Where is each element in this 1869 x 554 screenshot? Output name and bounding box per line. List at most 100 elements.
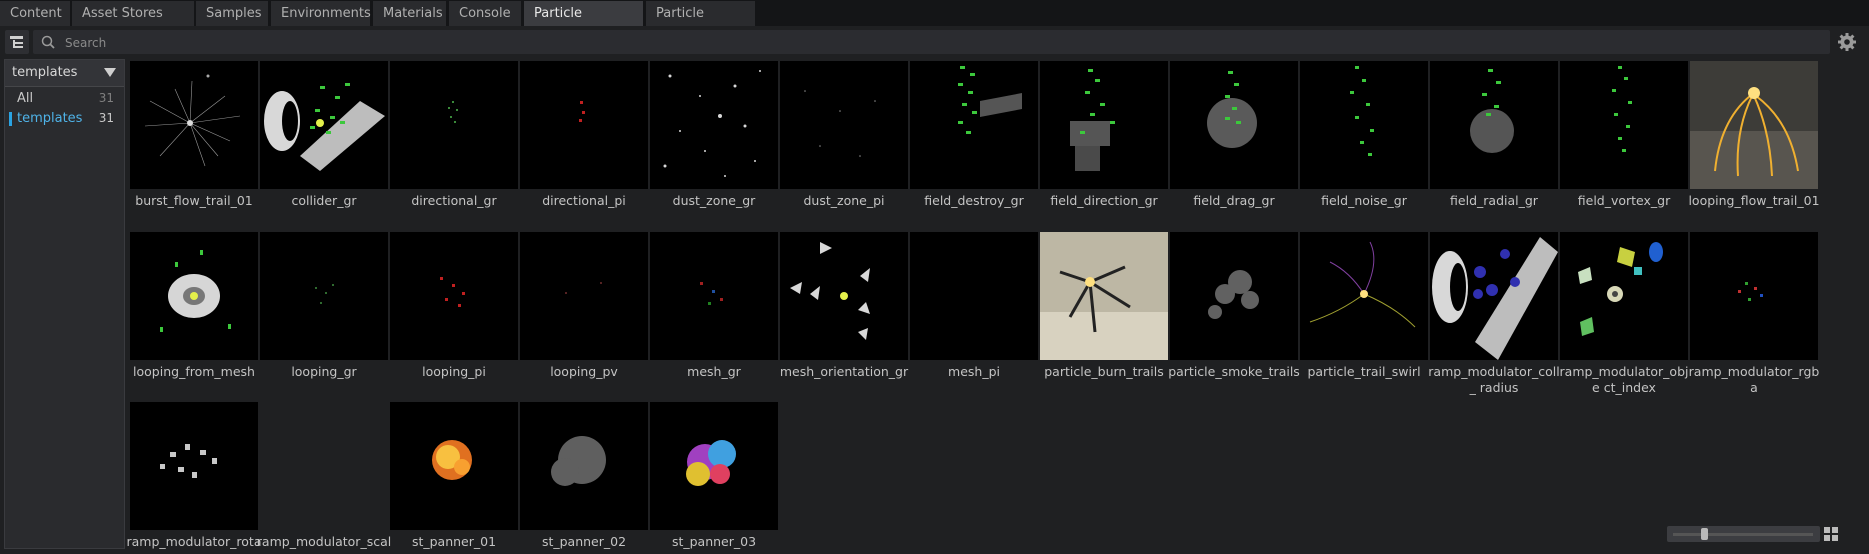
- sidebar-item-count: 31: [98, 111, 114, 125]
- thumbnail: [520, 232, 648, 360]
- item-label: particle_trail_swirl: [1307, 364, 1421, 379]
- grid-view-button[interactable]: [1823, 526, 1839, 542]
- item-label: st_panner_01: [411, 534, 497, 549]
- tab-label: Materials: [383, 6, 443, 21]
- item-label: field_radial_gr: [1450, 193, 1538, 208]
- thumbnail: [1040, 232, 1168, 360]
- tab-particle-samples[interactable]: Particle Samples: [646, 1, 756, 46]
- folder-tree-toggle-button[interactable]: [5, 30, 29, 54]
- item-label: field_destroy_gr: [924, 193, 1024, 208]
- item-label: field_noise_gr: [1321, 193, 1407, 208]
- thumbnail: [130, 402, 258, 530]
- thumbnail: [1560, 61, 1688, 189]
- thumbnail: [260, 232, 388, 360]
- search-icon: [41, 35, 55, 49]
- item-label: st_panner_02: [541, 534, 627, 549]
- tab-label: Console: [459, 6, 511, 21]
- item-label: directional_gr: [411, 193, 497, 208]
- item-label: directional_pi: [542, 193, 626, 208]
- tab-console[interactable]: Console: [449, 1, 522, 26]
- item-label: ramp_modulator_coll_ radius: [1428, 364, 1560, 395]
- search-field[interactable]: [33, 30, 1830, 56]
- item-label: particle_burn_trails: [1044, 364, 1164, 379]
- item-label: looping_flow_trail_01: [1688, 193, 1820, 208]
- thumbnail: [1560, 232, 1688, 360]
- thumbnail: [650, 232, 778, 360]
- thumbnail: [390, 232, 518, 360]
- item-label: mesh_orientation_gr: [779, 364, 909, 379]
- item-label: ramp_modulator_obje ct_index: [1559, 364, 1689, 395]
- category-dropdown[interactable]: templates: [5, 60, 124, 87]
- thumbnail: [390, 61, 518, 189]
- tab-label: Samples: [206, 6, 262, 21]
- thumbnail: [1170, 61, 1298, 189]
- item-label: looping_pv: [550, 364, 618, 379]
- sidebar-item-label: All: [17, 91, 34, 106]
- gear-icon: [1838, 33, 1856, 51]
- sidebar-item-count: 31: [98, 91, 114, 105]
- category-sidebar: templates All 31 templates 31: [4, 59, 125, 549]
- sidebar-item-label: templates: [17, 111, 83, 126]
- thumbnail: [520, 402, 648, 530]
- item-label: looping_gr: [291, 364, 357, 379]
- slider-track: [1673, 533, 1813, 536]
- template-grid: burst_flow_trail_01 collider_gr directio…: [127, 61, 1820, 549]
- thumbnail: [130, 61, 258, 189]
- thumbnail: [1170, 232, 1298, 360]
- thumbnail: [1040, 61, 1168, 189]
- item-label: ramp_modulator_scal: [256, 534, 392, 549]
- folder-tree-icon: [10, 36, 23, 48]
- thumbnail: [1690, 232, 1818, 360]
- item-label: looping_from_mesh: [133, 364, 255, 379]
- thumbnail-zoom-slider[interactable]: [1667, 526, 1820, 542]
- thumbnail: [910, 232, 1038, 360]
- item-label: ramp_modulator_rota: [126, 534, 262, 549]
- settings-button[interactable]: [1835, 30, 1859, 54]
- thumbnail: [780, 61, 908, 189]
- tab-bar: Content Asset Stores (beta) Samples Envi…: [0, 0, 1869, 46]
- thumbnail: [260, 402, 388, 530]
- item-label: st_panner_03: [671, 534, 757, 549]
- selection-indicator: [9, 112, 12, 126]
- thumbnail: [260, 61, 388, 189]
- slider-handle[interactable]: [1701, 528, 1708, 540]
- tab-content[interactable]: Content: [0, 1, 71, 26]
- dropdown-label: templates: [12, 65, 78, 80]
- tab-samples[interactable]: Samples: [196, 1, 269, 26]
- dropdown-arrow-icon: [104, 68, 116, 77]
- item-label: field_direction_gr: [1050, 193, 1158, 208]
- item-label: particle_smoke_trails: [1168, 364, 1300, 379]
- sidebar-item-all[interactable]: All 31: [5, 89, 124, 109]
- tab-asset-stores[interactable]: Asset Stores (beta): [72, 1, 195, 46]
- thumbnail: [650, 402, 778, 530]
- tab-label: Content: [10, 6, 62, 21]
- tab-label: Environments: [281, 6, 371, 21]
- item-label: burst_flow_trail_01: [135, 193, 253, 208]
- sidebar-item-templates[interactable]: templates 31: [5, 109, 124, 129]
- thumbnail: [1300, 61, 1428, 189]
- thumbnail: [130, 232, 258, 360]
- tab-environments[interactable]: Environments: [271, 1, 371, 26]
- item-label: dust_zone_gr: [672, 193, 756, 208]
- item-label: mesh_pi: [948, 364, 1000, 379]
- item-label: collider_gr: [291, 193, 357, 208]
- item-label: mesh_gr: [687, 364, 741, 379]
- thumbnail: [1430, 61, 1558, 189]
- thumbnail: [1300, 232, 1428, 360]
- thumbnail: [390, 402, 518, 530]
- thumbnail: [650, 61, 778, 189]
- search-input[interactable]: [63, 30, 1767, 56]
- item-label: dust_zone_pi: [803, 193, 885, 208]
- tab-particle-templates[interactable]: Particle Templates: [524, 1, 644, 46]
- thumbnail: [780, 232, 908, 360]
- thumbnail: [1690, 61, 1818, 189]
- item-label: looping_pi: [422, 364, 486, 379]
- item-label: ramp_modulator_rgba: [1688, 364, 1820, 395]
- grid-view-icon: [1824, 527, 1838, 541]
- item-label: field_vortex_gr: [1577, 193, 1671, 208]
- thumbnail: [520, 61, 648, 189]
- tab-materials[interactable]: Materials: [373, 1, 447, 26]
- thumbnail: [910, 61, 1038, 189]
- search-row: [0, 29, 1869, 56]
- thumbnail: [1430, 232, 1558, 360]
